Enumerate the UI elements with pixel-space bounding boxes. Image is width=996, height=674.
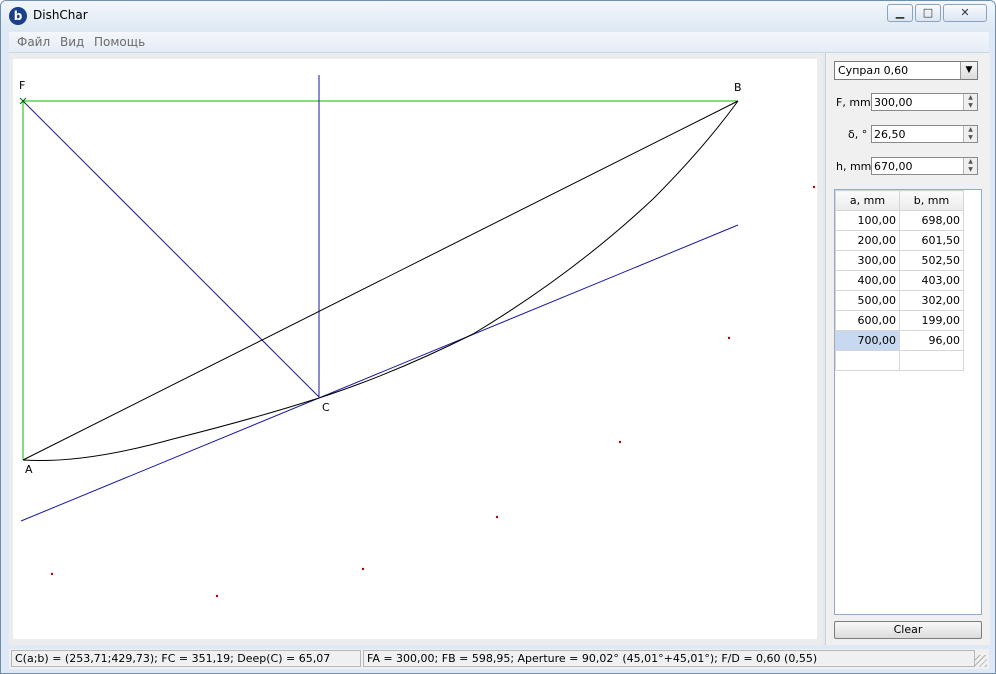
cell-b[interactable]: 302,00 bbox=[899, 290, 964, 311]
maximize-button[interactable]: □ bbox=[915, 4, 941, 22]
label-a: A bbox=[25, 463, 33, 476]
minimize-button[interactable]: ▁ bbox=[887, 4, 913, 22]
app-window: b DishChar ▁ □ ✕ Файл Вид Помощь F B A C… bbox=[0, 0, 996, 674]
column-header-a[interactable]: a, mm bbox=[835, 190, 900, 211]
data-dot bbox=[812, 185, 816, 189]
table-row[interactable]: 500,00 302,00 bbox=[835, 290, 964, 311]
points-table: a, mm b, mm 100,00 698,00 200,00 601,50 30… bbox=[835, 190, 964, 371]
delta-input[interactable] bbox=[874, 127, 960, 141]
data-dot bbox=[50, 572, 54, 576]
f-input[interactable] bbox=[874, 95, 960, 109]
app-icon: b bbox=[9, 7, 27, 25]
close-icon: ✕ bbox=[960, 6, 970, 19]
cell-a[interactable] bbox=[835, 350, 900, 371]
material-select[interactable]: Супрал 0,60 ▼ bbox=[834, 61, 978, 80]
line-tangent bbox=[20, 224, 739, 522]
table-row[interactable]: 200,00 601,50 bbox=[835, 230, 964, 251]
spin-down-icon[interactable]: ▼ bbox=[963, 134, 977, 142]
cell-a[interactable]: 100,00 bbox=[835, 210, 900, 231]
clear-button[interactable]: Clear bbox=[834, 621, 982, 639]
column-header-b[interactable]: b, mm bbox=[899, 190, 964, 211]
data-dot bbox=[727, 336, 731, 340]
data-dot bbox=[618, 440, 622, 444]
cell-a[interactable]: 600,00 bbox=[835, 310, 900, 331]
drawing-area: F B A C bbox=[9, 53, 823, 645]
close-button[interactable]: ✕ bbox=[943, 4, 987, 22]
h-label: h, mm bbox=[836, 160, 872, 173]
spin-down-icon[interactable]: ▼ bbox=[963, 166, 977, 174]
cell-b[interactable]: 199,00 bbox=[899, 310, 964, 331]
line-ab bbox=[22, 100, 739, 461]
status-right: FA = 300,00; FB = 598,95; Aperture = 90,… bbox=[363, 650, 975, 667]
parameters-panel: Супрал 0,60 ▼ F, mm ▲ ▼ δ, ° ▲ ▼ h, mm ▲… bbox=[825, 53, 990, 645]
table-row[interactable]: 100,00 698,00 bbox=[835, 210, 964, 231]
cell-b[interactable]: 698,00 bbox=[899, 210, 964, 231]
data-dot bbox=[361, 567, 365, 571]
cell-a[interactable]: 400,00 bbox=[835, 270, 900, 291]
cell-b[interactable]: 601,50 bbox=[899, 230, 964, 251]
f-label: F, mm bbox=[836, 96, 871, 109]
resize-grip-icon[interactable] bbox=[975, 655, 987, 667]
delta-spinner[interactable]: ▲ ▼ bbox=[871, 125, 978, 143]
cell-a[interactable]: 300,00 bbox=[835, 250, 900, 271]
table-row[interactable]: 300,00 502,50 bbox=[835, 250, 964, 271]
label-c: C bbox=[322, 401, 330, 414]
menu-bar: Файл Вид Помощь bbox=[9, 32, 989, 53]
chevron-down-icon[interactable]: ▼ bbox=[960, 62, 977, 79]
spin-down-icon[interactable]: ▼ bbox=[963, 102, 977, 110]
cell-a[interactable]: 200,00 bbox=[835, 230, 900, 251]
data-dot bbox=[495, 515, 499, 519]
cell-b[interactable]: 403,00 bbox=[899, 270, 964, 291]
table-row[interactable]: 400,00 403,00 bbox=[835, 270, 964, 291]
label-b: B bbox=[734, 81, 742, 94]
cell-a[interactable]: 500,00 bbox=[835, 290, 900, 311]
menu-view[interactable]: Вид bbox=[60, 35, 84, 49]
table-row-selected[interactable]: 700,00 96,00 bbox=[835, 330, 964, 351]
status-left: C(a;b) = (253,71;429,73); FC = 351,19; D… bbox=[11, 650, 361, 667]
h-input[interactable] bbox=[874, 159, 960, 173]
menu-file[interactable]: Файл bbox=[17, 35, 50, 49]
window-title: DishChar bbox=[33, 8, 88, 22]
title-bar: b DishChar ▁ □ ✕ bbox=[1, 1, 995, 31]
label-f: F bbox=[19, 79, 25, 92]
data-dot bbox=[215, 594, 219, 598]
drawing-canvas[interactable]: F B A C bbox=[13, 59, 817, 639]
menu-help[interactable]: Помощь bbox=[94, 35, 145, 49]
table-row[interactable]: 600,00 199,00 bbox=[835, 310, 964, 331]
minimize-icon: ▁ bbox=[895, 6, 905, 19]
table-row-empty[interactable] bbox=[835, 350, 964, 371]
cell-a[interactable]: 700,00 bbox=[835, 330, 900, 351]
maximize-icon: □ bbox=[922, 6, 934, 19]
status-bar: C(a;b) = (253,71;429,73); FC = 351,19; D… bbox=[9, 649, 989, 669]
delta-label: δ, ° bbox=[848, 128, 868, 141]
line-fc bbox=[22, 100, 320, 398]
f-spinner[interactable]: ▲ ▼ bbox=[871, 93, 978, 111]
dish-diagram: F B A C bbox=[19, 75, 816, 598]
cell-b[interactable]: 502,50 bbox=[899, 250, 964, 271]
material-value: Супрал 0,60 bbox=[838, 64, 909, 77]
cell-b[interactable]: 96,00 bbox=[899, 330, 964, 351]
h-spinner[interactable]: ▲ ▼ bbox=[871, 157, 978, 175]
points-grid[interactable]: a, mm b, mm 100,00 698,00 200,00 601,50 30… bbox=[834, 189, 982, 615]
cell-b[interactable] bbox=[899, 350, 964, 371]
